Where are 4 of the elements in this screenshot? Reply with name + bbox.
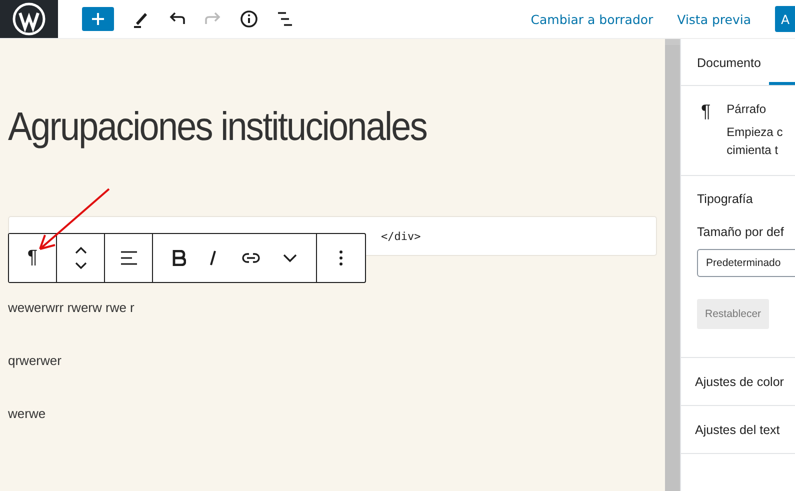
field-label: Tamaño por def [697,225,785,239]
block-description: Empieza c cimienta t [726,124,783,159]
block-name: Párrafo [726,102,768,116]
block-glyph: ¶ [701,102,711,123]
